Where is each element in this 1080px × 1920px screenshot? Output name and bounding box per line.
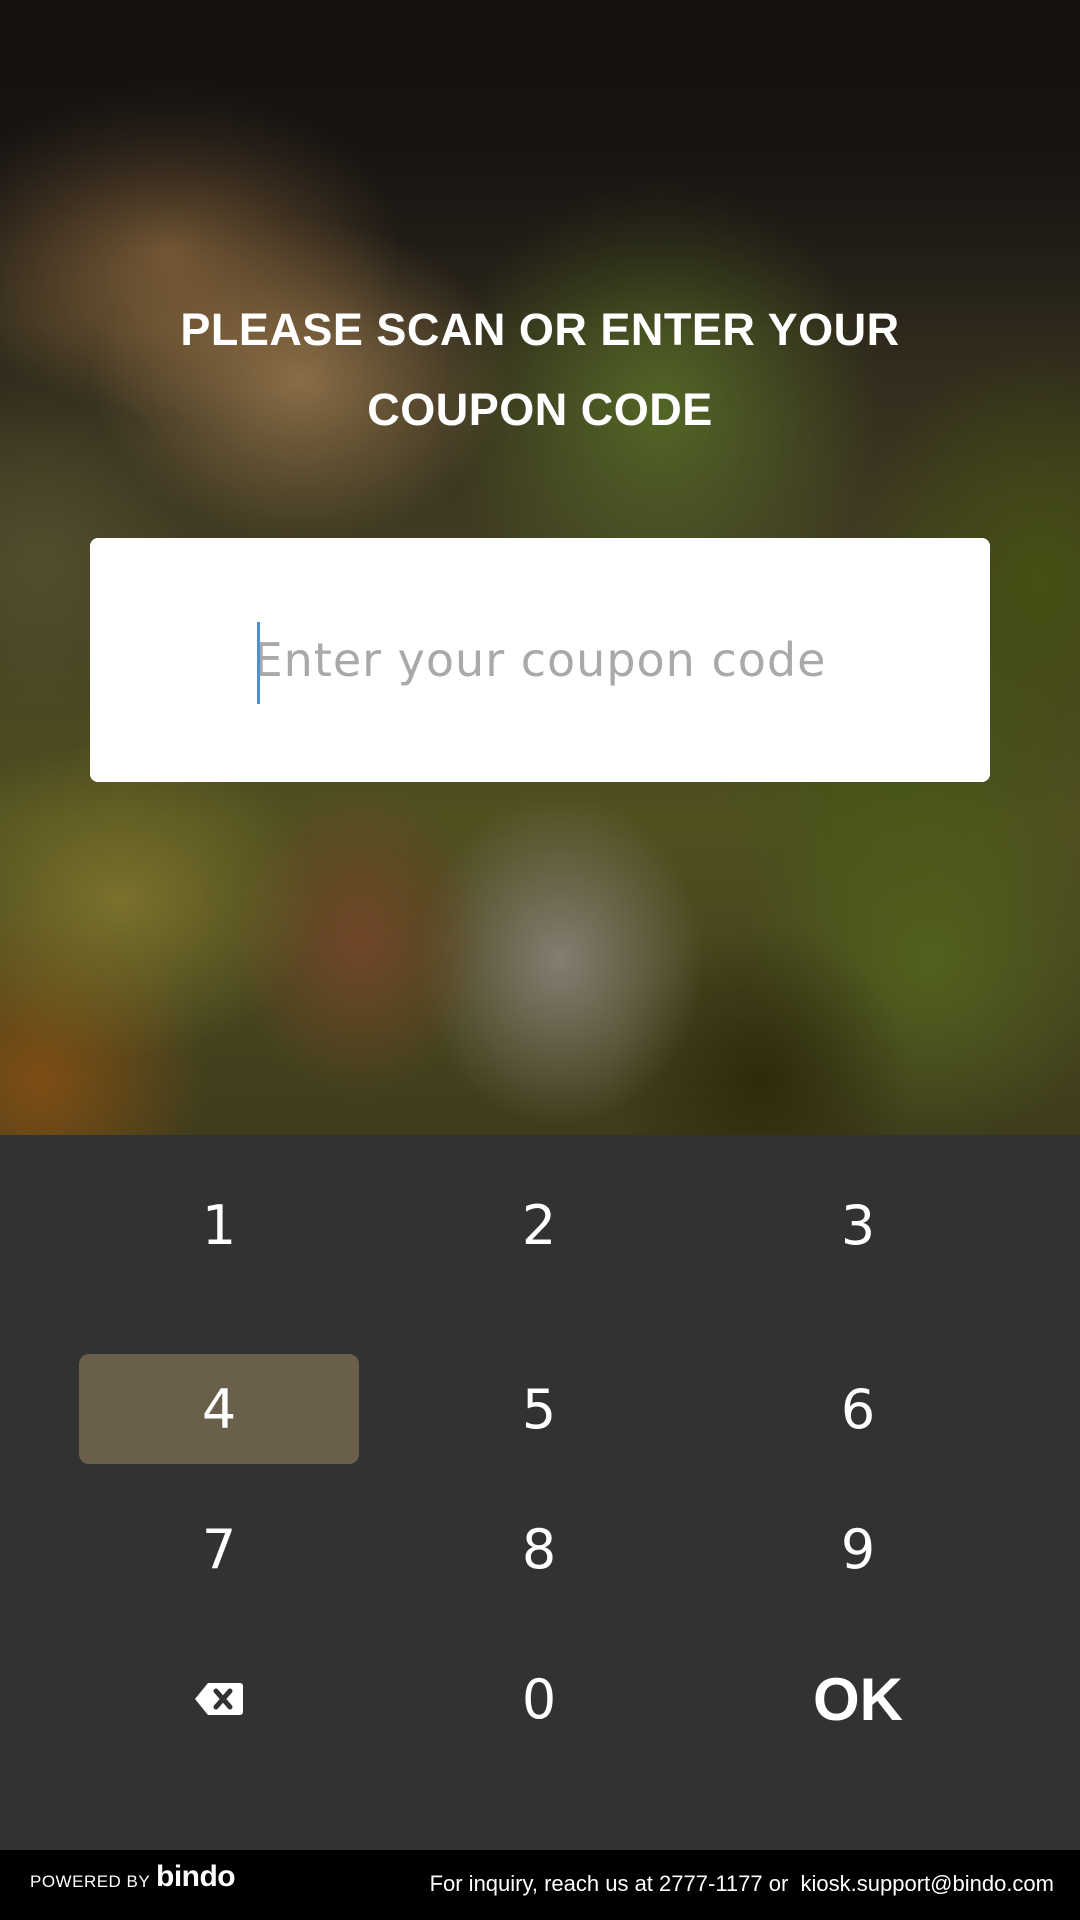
key-3[interactable]: 3 bbox=[718, 1170, 998, 1280]
backspace-icon bbox=[195, 1683, 243, 1715]
key-2[interactable]: 2 bbox=[399, 1170, 679, 1280]
key-1[interactable]: 1 bbox=[79, 1170, 359, 1280]
numeric-keypad: 1 2 3 4 5 6 7 8 9 0 OK bbox=[0, 1135, 1080, 1850]
or-text: or bbox=[768, 1871, 789, 1896]
text-caret bbox=[257, 622, 260, 704]
bindo-logo: bindo bbox=[156, 1860, 236, 1893]
coupon-input-card bbox=[90, 538, 990, 782]
backspace-key[interactable] bbox=[79, 1644, 359, 1754]
page-title-line-1: PLEASE SCAN OR ENTER YOUR bbox=[180, 304, 900, 355]
key-9[interactable]: 9 bbox=[718, 1494, 998, 1604]
key-0[interactable]: 0 bbox=[399, 1644, 679, 1754]
inquiry-text: For inquiry, reach us at bbox=[429, 1871, 653, 1896]
page-title: PLEASE SCAN OR ENTER YOUR COUPON CODE bbox=[140, 290, 940, 450]
page-title-line-2: COUPON CODE bbox=[367, 384, 713, 435]
powered-by-label: POWERED BY bbox=[30, 1872, 151, 1891]
support-phone: 2777-1177 bbox=[659, 1871, 763, 1896]
key-5[interactable]: 5 bbox=[399, 1354, 679, 1464]
key-4[interactable]: 4 bbox=[79, 1354, 359, 1464]
background-top-shade bbox=[0, 0, 1080, 330]
support-email: kiosk.support@bindo.com bbox=[800, 1871, 1054, 1896]
ok-button[interactable]: OK bbox=[718, 1644, 998, 1754]
key-8[interactable]: 8 bbox=[399, 1494, 679, 1604]
key-7[interactable]: 7 bbox=[79, 1494, 359, 1604]
coupon-code-input[interactable] bbox=[90, 538, 990, 782]
footer-bar: POWERED BY bindo For inquiry, reach us a… bbox=[0, 1850, 1080, 1920]
key-6[interactable]: 6 bbox=[718, 1354, 998, 1464]
contact-info: For inquiry, reach us at 2777-1177 or ki… bbox=[430, 1871, 1054, 1897]
